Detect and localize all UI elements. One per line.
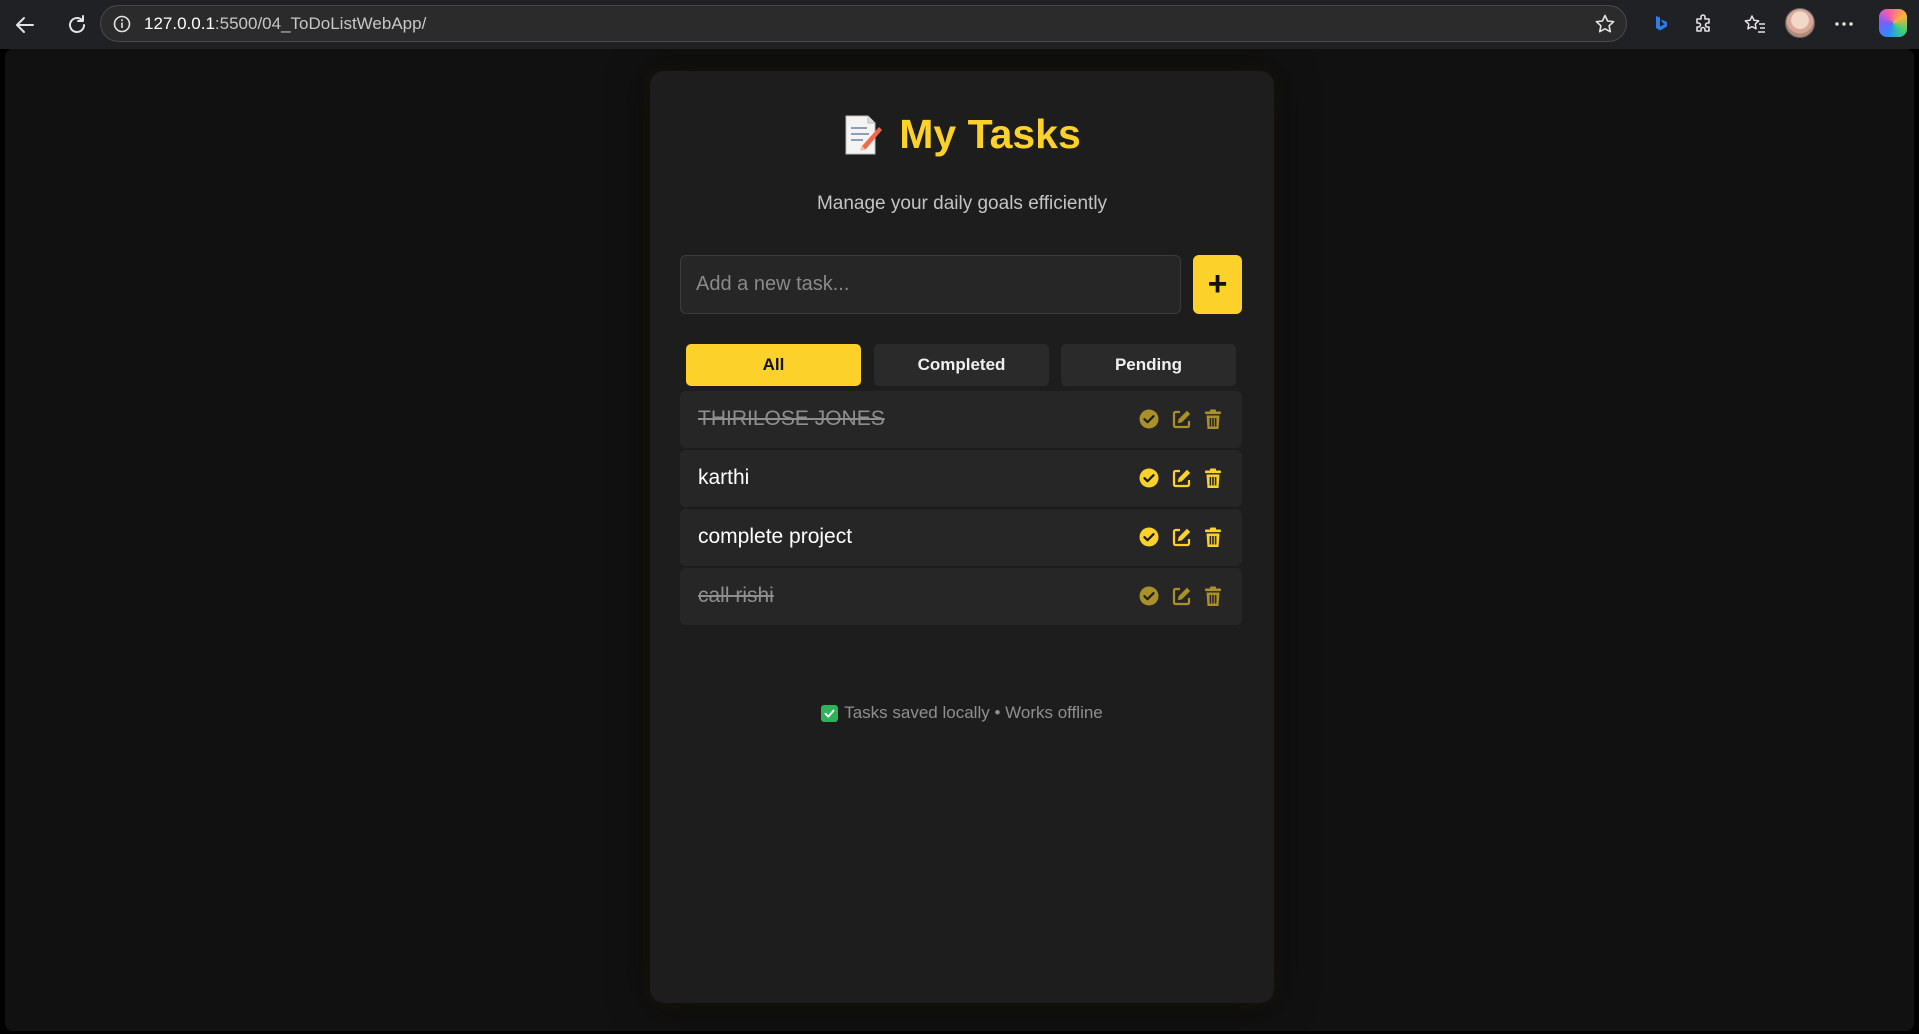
reload-button[interactable]	[60, 8, 94, 42]
task-actions	[1138, 467, 1224, 489]
check-mark-icon	[821, 704, 839, 722]
bing-icon[interactable]	[1648, 11, 1674, 37]
url-host: 127.0.0.1	[144, 13, 215, 33]
check-circle-icon[interactable]	[1138, 526, 1160, 548]
more-options-icon[interactable]	[1831, 11, 1857, 37]
task-text: call rishi	[698, 584, 774, 607]
page-title: My Tasks	[899, 111, 1081, 157]
address-bar[interactable]: 127.0.0.1:5500/04_ToDoListWebApp/	[100, 5, 1627, 42]
edit-icon[interactable]	[1170, 467, 1192, 489]
browser-toolbar: 127.0.0.1:5500/04_ToDoListWebApp/	[0, 0, 1919, 49]
storage-note: Tasks saved locally • Works offline	[650, 703, 1274, 723]
task-item: call rishi	[680, 568, 1242, 625]
trash-icon[interactable]	[1202, 526, 1224, 548]
task-item: complete project	[680, 509, 1242, 566]
task-text: THIRILOSE JONES	[698, 407, 885, 430]
trash-icon[interactable]	[1202, 467, 1224, 489]
profile-avatar[interactable]	[1785, 8, 1815, 38]
site-info-icon[interactable]	[112, 14, 132, 34]
arrow-left-icon	[16, 16, 34, 33]
check-circle-icon[interactable]	[1138, 408, 1160, 430]
task-text: complete project	[698, 525, 853, 548]
edit-icon[interactable]	[1170, 526, 1192, 548]
copilot-icon[interactable]	[1879, 9, 1907, 37]
favorite-star-icon[interactable]	[1594, 13, 1616, 35]
task-actions	[1138, 585, 1224, 607]
check-circle-icon[interactable]	[1138, 467, 1160, 489]
new-task-input[interactable]	[680, 255, 1181, 314]
storage-note-text: Tasks saved locally • Works offline	[844, 703, 1103, 722]
extensions-puzzle-icon[interactable]	[1691, 11, 1717, 37]
trash-icon[interactable]	[1202, 408, 1224, 430]
favorites-list-icon[interactable]	[1742, 11, 1768, 37]
task-item: THIRILOSE JONES	[680, 391, 1242, 448]
trash-icon[interactable]	[1202, 585, 1224, 607]
task-actions	[1138, 408, 1224, 430]
page-subtitle: Manage your daily goals efficiently	[816, 193, 1108, 214]
page-viewport: My Tasks Manage your daily goals efficie…	[5, 49, 1914, 1031]
filter-completed-button[interactable]: Completed	[874, 344, 1049, 386]
url-text: 127.0.0.1:5500/04_ToDoListWebApp/	[144, 14, 426, 34]
edit-icon[interactable]	[1170, 408, 1192, 430]
reload-icon	[69, 14, 85, 33]
filter-all-button[interactable]: All	[686, 344, 861, 386]
edit-icon[interactable]	[1170, 585, 1192, 607]
url-path: :5500/04_ToDoListWebApp/	[214, 13, 427, 33]
task-text: karthi	[698, 466, 750, 489]
check-circle-icon[interactable]	[1138, 585, 1160, 607]
memo-icon	[843, 113, 883, 157]
header: My Tasks	[650, 111, 1274, 158]
task-item: karthi	[680, 450, 1242, 507]
back-button[interactable]	[8, 8, 42, 42]
todo-card: My Tasks Manage your daily goals efficie…	[650, 71, 1274, 1003]
filter-pending-button[interactable]: Pending	[1061, 344, 1236, 386]
task-actions	[1138, 526, 1224, 548]
add-task-button[interactable]: +	[1193, 255, 1242, 314]
